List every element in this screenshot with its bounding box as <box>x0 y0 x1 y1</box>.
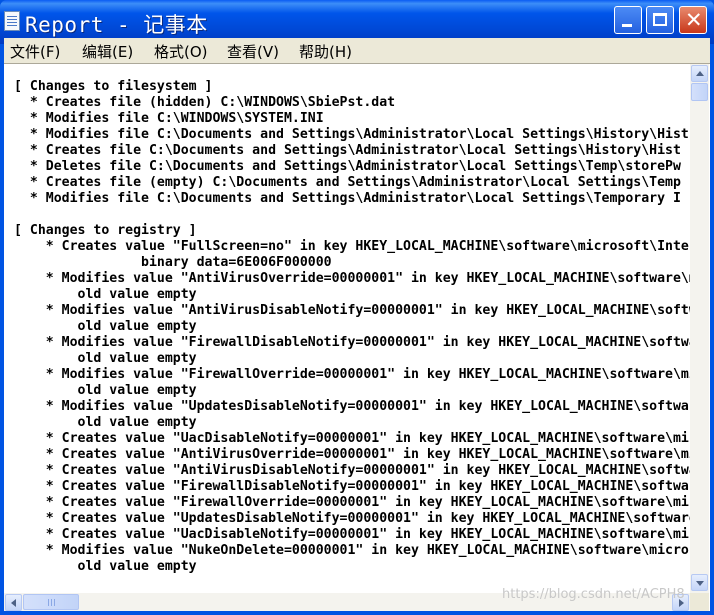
text-line: * Modifies value "FirewallOverride=00000… <box>14 367 690 382</box>
text-line: old value empty <box>14 319 197 334</box>
close-icon: ✕ <box>685 8 703 32</box>
text-line: * Creates value "AntiVirusDisableNotify=… <box>14 463 690 478</box>
text-line: [ Changes to registry ] <box>14 223 197 238</box>
text-line: * Deletes file C:\Documents and Settings… <box>14 159 681 174</box>
maximize-button[interactable] <box>646 6 674 34</box>
chevron-left-icon <box>11 599 16 607</box>
text-line: * Creates value "AntiVirusOverride=00000… <box>14 447 690 462</box>
text-line: [ Changes to filesystem ] <box>14 79 213 94</box>
text-line: binary data=6E006F000000 <box>14 255 332 270</box>
chevron-up-icon <box>696 71 704 76</box>
text-line: * Modifies value "FirewallDisableNotify=… <box>14 335 690 350</box>
text-line: old value empty <box>14 415 197 430</box>
scroll-down-button[interactable] <box>691 574 708 591</box>
text-lines: [ Changes to filesystem ] * Creates file… <box>14 79 690 575</box>
scrollbar-corner <box>690 593 709 611</box>
menu-help[interactable]: 帮助(H) <box>299 41 352 62</box>
minimize-button[interactable] <box>614 6 642 34</box>
text-line: * Creates value "UpdatesDisableNotify=00… <box>14 511 690 526</box>
text-line: * Creates value "FirewallDisableNotify=0… <box>14 479 690 494</box>
scroll-left-button[interactable] <box>5 594 22 611</box>
text-content[interactable]: [ Changes to filesystem ] * Creates file… <box>14 79 690 579</box>
text-line <box>14 207 690 223</box>
menu-bar: 文件(F) 编辑(E) 格式(O) 查看(V) 帮助(H) <box>4 38 710 63</box>
text-line: * Creates value "FirewallOverride=000000… <box>14 495 690 510</box>
window-title: Report - 记事本 <box>25 13 208 37</box>
watermark: https://blog.csdn.net/ACPH8 <box>502 587 685 602</box>
menu-edit[interactable]: 编辑(E) <box>82 41 133 62</box>
text-line: * Creates file (empty) C:\Documents and … <box>14 175 681 190</box>
vertical-scrollbar[interactable] <box>690 64 709 593</box>
text-line: * Modifies value "AntiVirusOverride=0000… <box>14 271 690 286</box>
text-line: * Modifies file C:\WINDOWS\SYSTEM.INI <box>14 111 324 126</box>
text-line: * Creates value "FullScreen=no" in key H… <box>14 239 690 254</box>
notepad-icon[interactable] <box>4 11 20 31</box>
chevron-down-icon <box>696 581 704 586</box>
text-line: old value empty <box>14 559 197 574</box>
text-line: old value empty <box>14 351 197 366</box>
menu-view[interactable]: 查看(V) <box>227 41 279 62</box>
text-line: * Creates value "UacDisableNotify=000000… <box>14 431 690 446</box>
text-line: * Modifies file C:\Documents and Setting… <box>14 127 689 142</box>
text-line: * Creates file (hidden) C:\WINDOWS\SbieP… <box>14 95 396 110</box>
text-line: * Creates file C:\Documents and Settings… <box>14 143 681 158</box>
text-line: * Modifies value "NukeOnDelete=00000001"… <box>14 543 690 558</box>
vertical-scroll-thumb[interactable] <box>691 83 708 101</box>
menu-format[interactable]: 格式(O) <box>154 41 208 62</box>
maximize-icon <box>653 13 667 26</box>
menu-file[interactable]: 文件(F) <box>10 41 60 62</box>
editor-area[interactable]: [ Changes to filesystem ] * Creates file… <box>4 63 710 611</box>
text-line: * Modifies value "UpdatesDisableNotify=0… <box>14 399 690 414</box>
close-button[interactable]: ✕ <box>679 6 707 34</box>
text-line: * Creates value "UacDisableNotify=000000… <box>14 527 690 542</box>
horizontal-scroll-thumb[interactable] <box>23 594 79 610</box>
text-line: old value empty <box>14 383 197 398</box>
text-line: * Modifies file C:\Documents and Setting… <box>14 191 681 206</box>
text-line: old value empty <box>14 287 197 302</box>
text-line: * Modifies value "AntiVirusDisableNotify… <box>14 303 690 318</box>
minimize-icon <box>622 24 632 27</box>
scroll-up-button[interactable] <box>691 65 708 82</box>
notepad-window: Report - 记事本 ✕ 文件(F) 编辑(E) 格式(O) 查看(V) 帮… <box>0 0 714 615</box>
